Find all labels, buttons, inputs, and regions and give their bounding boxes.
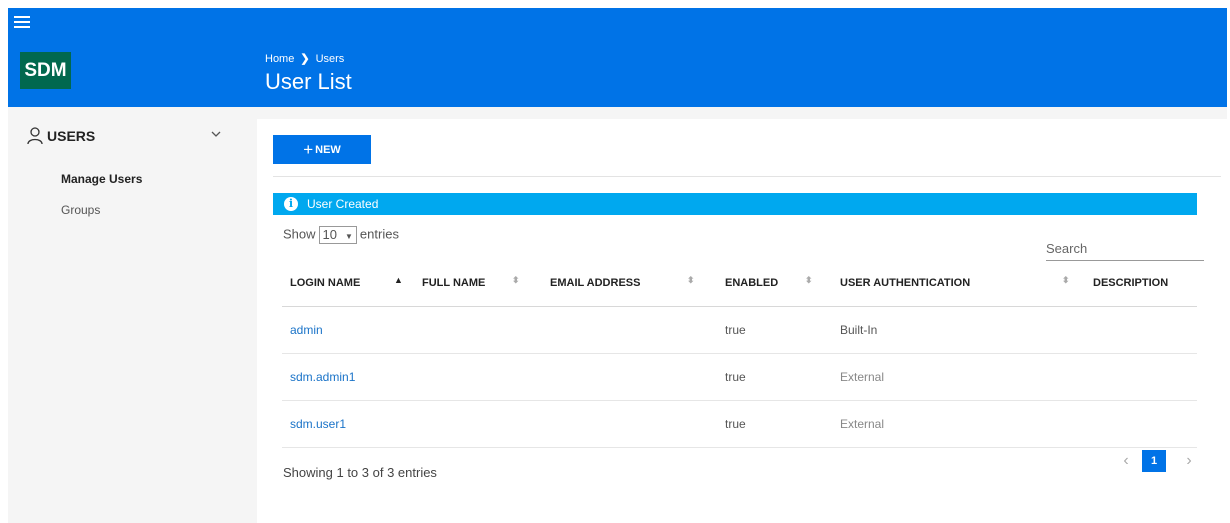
new-button-label: NEW	[315, 144, 341, 156]
dropdown-arrow-icon: ▼	[345, 232, 353, 241]
sidebar-section-label: USERS	[47, 128, 96, 144]
user-icon	[27, 127, 43, 145]
column-label: LOGIN NAME	[290, 276, 361, 289]
chevron-left-icon[interactable]: ‹	[1115, 450, 1137, 472]
cell-email	[542, 353, 717, 401]
sidebar-item-groups[interactable]: Groups	[61, 203, 100, 217]
table-row: sdm.user1 true External	[282, 400, 1197, 448]
column-login-name[interactable]: LOGIN NAME ▲	[282, 259, 414, 307]
sort-asc-icon: ▲	[394, 275, 403, 285]
chevron-down-icon[interactable]	[209, 127, 223, 141]
new-user-button[interactable]: + NEW	[273, 135, 371, 164]
table-row: sdm.admin1 true External	[282, 353, 1197, 401]
cell-full-name	[414, 353, 542, 401]
column-label: DESCRIPTION	[1093, 276, 1169, 289]
table-header-row: LOGIN NAME ▲ FULL NAME ⬍ EMAIL ADDRESS ⬍ EN…	[282, 259, 1197, 307]
column-enabled[interactable]: ENABLED ⬍	[717, 259, 832, 307]
cell-full-name	[414, 400, 542, 448]
login-link[interactable]: sdm.admin1	[290, 370, 355, 384]
plus-icon: +	[303, 140, 314, 159]
column-label: ENABLED	[725, 276, 779, 289]
cell-login[interactable]: sdm.user1	[282, 400, 414, 448]
divider	[273, 176, 1221, 177]
info-icon: i	[284, 197, 298, 211]
page-title: User List	[265, 69, 352, 94]
cell-enabled: true	[717, 353, 832, 401]
cell-description	[1085, 353, 1197, 401]
column-full-name[interactable]: FULL NAME ⬍	[414, 259, 542, 307]
column-user-authentication[interactable]: USER AUTHENTICATION ⬍	[832, 259, 1085, 307]
cell-login[interactable]: admin	[282, 306, 414, 354]
page-length-select[interactable]: 10 ▼	[318, 226, 357, 244]
entries-label: entries	[359, 226, 399, 242]
cell-enabled: true	[717, 400, 832, 448]
users-table: LOGIN NAME ▲ FULL NAME ⬍ EMAIL ADDRESS ⬍ EN…	[282, 259, 1197, 448]
column-email-address[interactable]: EMAIL ADDRESS ⬍	[542, 259, 717, 307]
page-length-value: 10	[322, 227, 337, 242]
chevron-right-icon: ❯	[300, 53, 310, 65]
cell-full-name	[414, 306, 542, 354]
breadcrumb: Home ❯ Users	[265, 52, 344, 65]
alert-banner: i User Created	[273, 193, 1197, 215]
table-info: Showing 1 to 3 of 3 entries	[283, 465, 437, 480]
menu-icon[interactable]	[14, 16, 30, 30]
cell-auth: Built-In	[832, 306, 1085, 354]
column-description[interactable]: DESCRIPTION⬍	[1085, 259, 1197, 307]
cell-description	[1085, 400, 1197, 448]
cell-enabled: true	[717, 306, 832, 354]
sidebar: USERS Manage Users Groups	[8, 107, 245, 523]
alert-message: User Created	[307, 197, 379, 211]
login-link[interactable]: admin	[290, 323, 323, 337]
page-button-current[interactable]: 1	[1142, 450, 1166, 472]
column-label: USER AUTHENTICATION	[840, 276, 971, 289]
page-length-control: Show 10 ▼ entries	[283, 226, 399, 244]
column-label: EMAIL ADDRESS	[550, 276, 641, 289]
header-bar: SDM Home ❯ Users User List	[8, 8, 1227, 107]
sort-icon: ⬍	[805, 275, 813, 285]
cell-auth: External	[832, 353, 1085, 401]
cell-login[interactable]: sdm.admin1	[282, 353, 414, 401]
sort-icon: ⬍	[687, 275, 695, 285]
chevron-right-icon[interactable]: ›	[1178, 450, 1200, 472]
breadcrumb-users: Users	[315, 53, 345, 65]
logo: SDM	[20, 52, 71, 89]
sort-icon: ⬍	[512, 275, 520, 285]
search-input[interactable]: Search	[1046, 241, 1204, 261]
login-link[interactable]: sdm.user1	[290, 417, 346, 431]
cell-description	[1085, 306, 1197, 354]
table-row: admin true Built-In	[282, 306, 1197, 354]
cell-auth: External	[832, 400, 1085, 448]
sidebar-section-users[interactable]: USERS	[27, 127, 227, 147]
main-panel: + NEW i User Created Show 10 ▼ entries Searc…	[257, 119, 1227, 523]
breadcrumb-home[interactable]: Home	[265, 53, 294, 65]
column-label: FULL NAME	[422, 276, 486, 289]
sort-icon: ⬍	[1062, 275, 1070, 285]
cell-email	[542, 400, 717, 448]
sidebar-item-manage-users[interactable]: Manage Users	[61, 172, 142, 186]
cell-email	[542, 306, 717, 354]
show-label: Show	[283, 226, 316, 242]
app-frame: SDM Home ❯ Users User List USERS Manage Us…	[8, 8, 1227, 523]
